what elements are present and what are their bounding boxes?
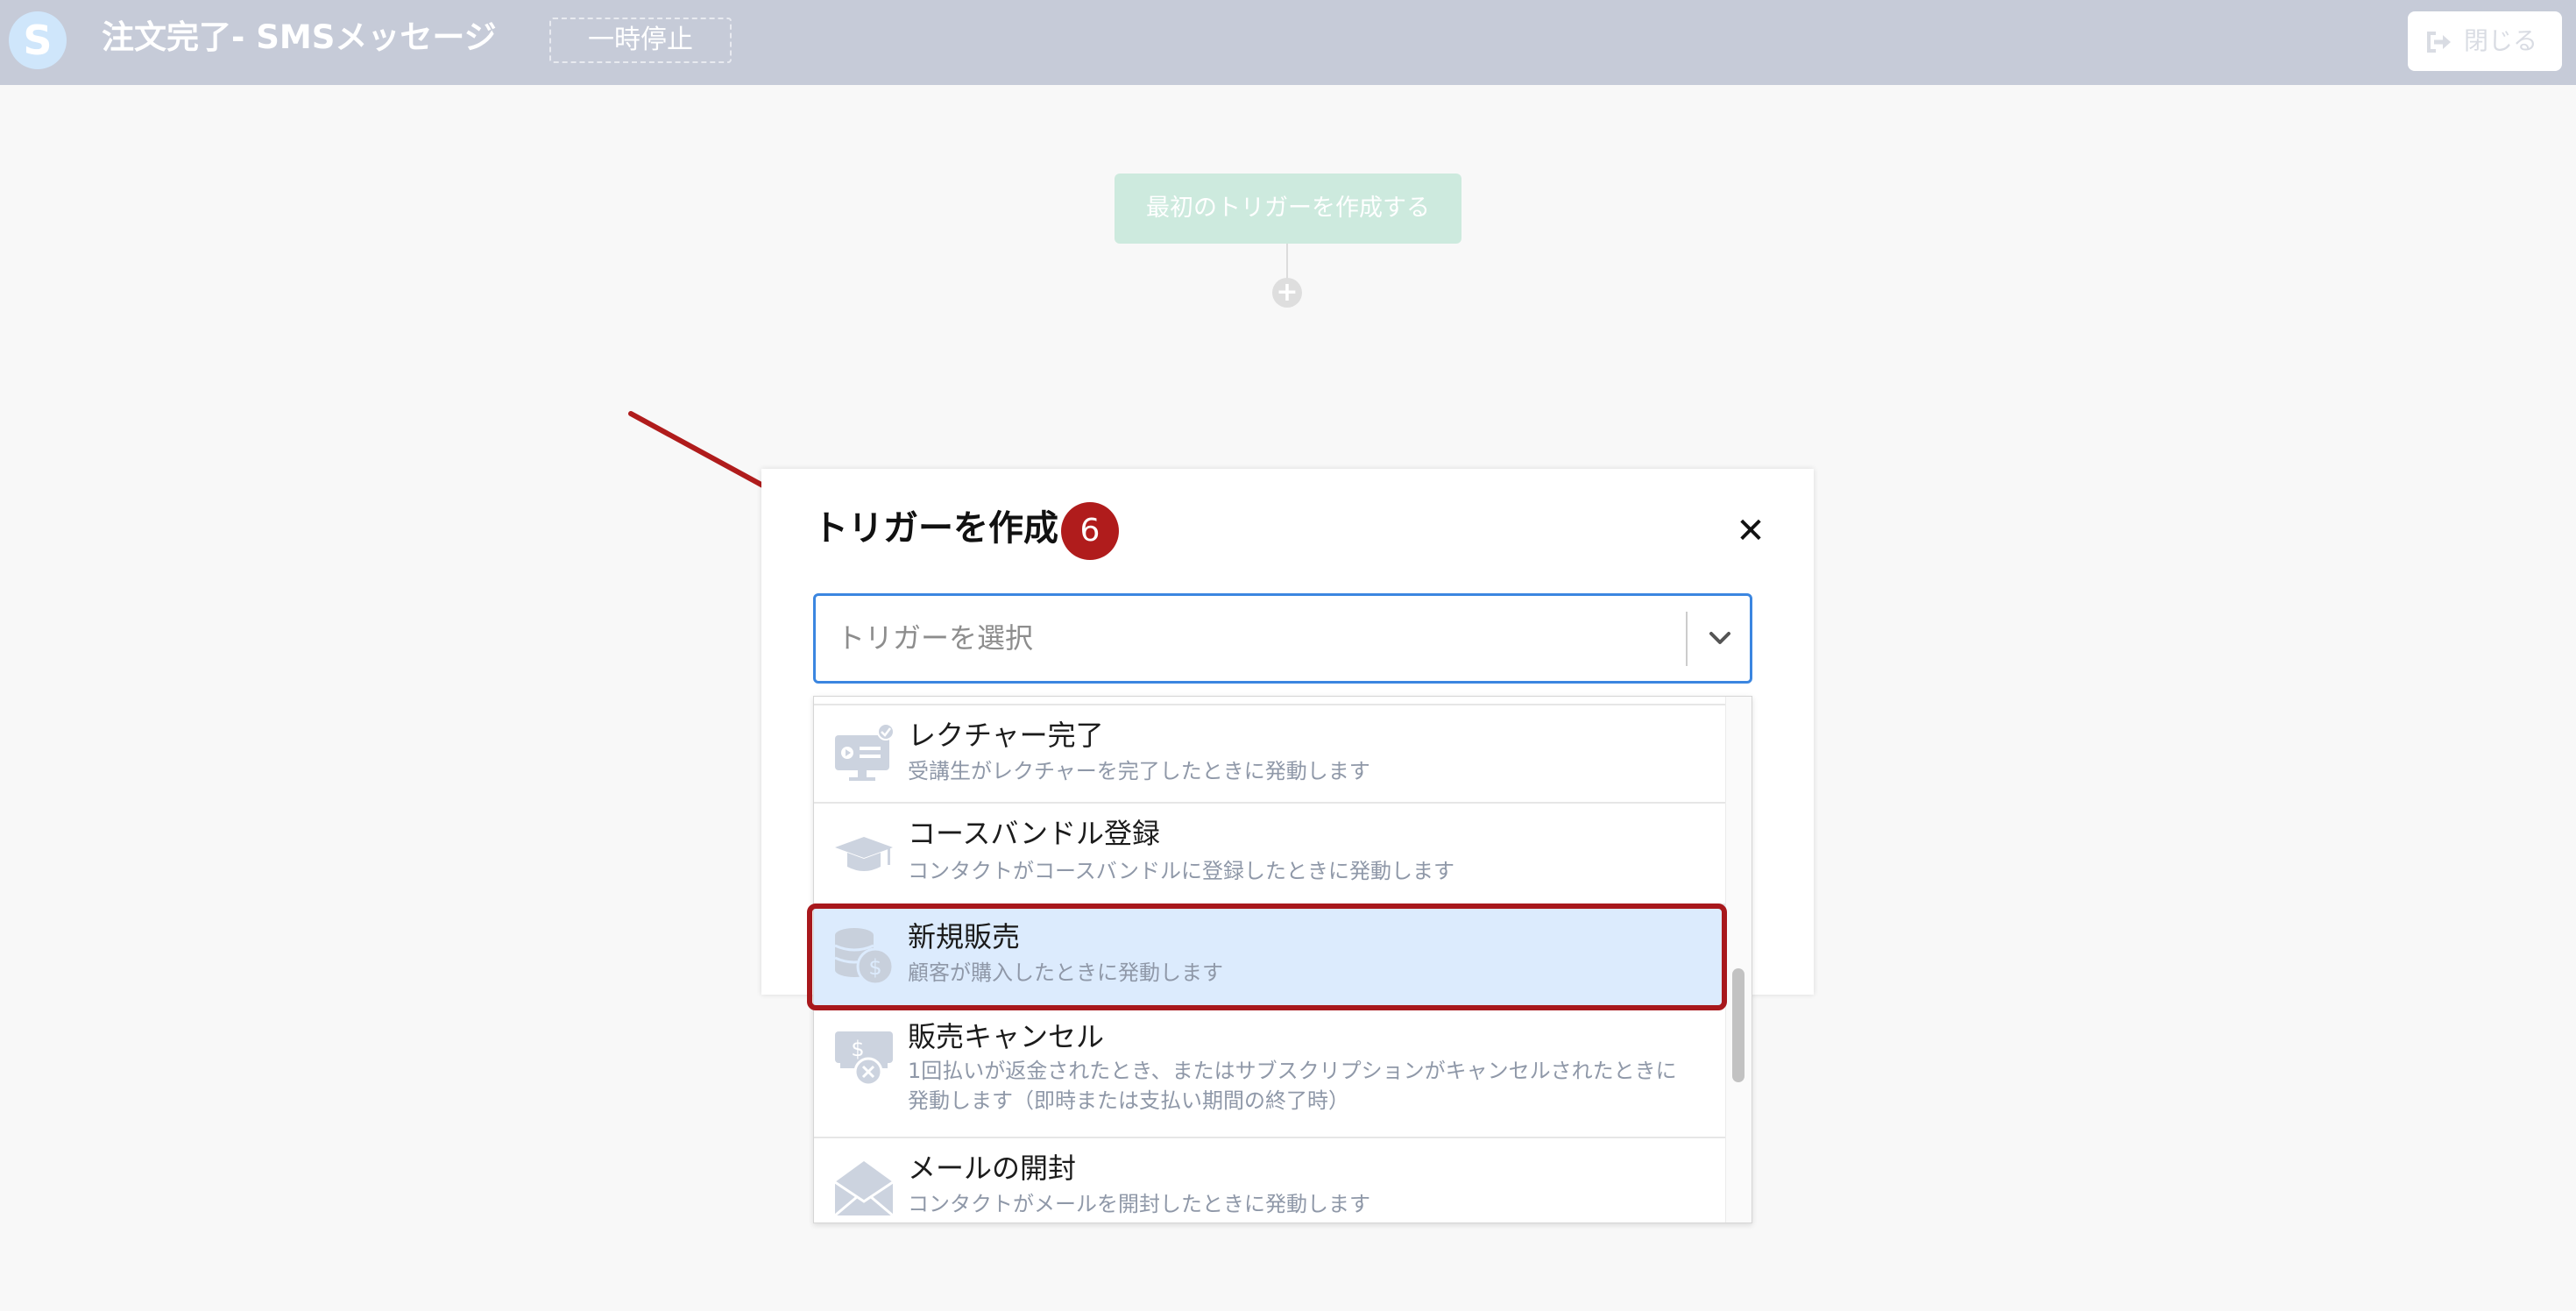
trigger-option-description: 受講生がレクチャーを完了したときに発動します [908,759,1370,783]
flow-connector [1286,244,1288,279]
top-bar: S 注文完了- SMSメッセージ 一時停止 閉じる [0,0,2576,85]
trigger-select-placeholder: トリガーを選択 [837,621,1034,655]
graduation-cap-icon [833,823,895,884]
trigger-option-title: 販売キャンセル [908,1020,1105,1053]
modal-close-button[interactable]: ✕ [1731,512,1770,550]
trigger-option-description: 1回払いが返金されたとき、またはサブスクリプションがキャンセルされたときに発動し… [908,1059,1677,1113]
trigger-option-title: メールの開封 [908,1152,1077,1185]
select-divider [1686,612,1688,666]
trigger-option-title: レクチャー完了 [908,719,1104,752]
page-title: 注文完了- SMSメッセージ [102,18,497,56]
envelope-icon [833,1158,895,1219]
trigger-option-lecture-complete[interactable]: レクチャー完了 受講生がレクチャーを完了したときに発動します [814,705,1725,804]
pause-button[interactable]: 一時停止 [549,18,732,63]
selection-highlight-frame [807,904,1727,1010]
trigger-option-description: コンタクトがコースバンドルに登録したときに発動します [908,859,1454,883]
close-label: 閉じる [2464,26,2538,55]
close-editor-button[interactable]: 閉じる [2408,11,2562,71]
step-badge: 6 [1061,502,1119,560]
trigger-select[interactable]: トリガーを選択 [813,593,1752,684]
trigger-option-sale-cancel[interactable]: $ 販売キャンセル 1回払いが返金されたとき、またはサブスクリプションがキャンセ… [814,1007,1725,1138]
trigger-option-description: コンタクトがメールを開封したときに発動します [908,1192,1370,1216]
modal-title: トリガーを作成 [813,508,1058,549]
add-step-button[interactable]: + [1272,278,1302,308]
create-first-trigger-button[interactable]: 最初のトリガーを作成する [1115,174,1461,244]
lecture-complete-icon [833,723,895,784]
cancel-sale-icon: $ [833,1026,895,1088]
chevron-down-icon[interactable] [1708,627,1732,652]
trigger-option-title: コースバンドル登録 [908,817,1161,850]
trigger-option-email-open[interactable]: メールの開封 コンタクトがメールを開封したときに発動します [814,1138,1725,1222]
app-logo[interactable]: S [9,11,67,69]
svg-text:$: $ [851,1037,864,1061]
logo-letter: S [23,17,53,64]
dropdown-scrollbar-thumb[interactable] [1732,968,1744,1082]
sign-out-icon [2425,31,2453,53]
dropdown-scrollbar-track[interactable] [1725,697,1752,1222]
trigger-option-course-bundle[interactable]: コースバンドル登録 コンタクトがコースバンドルに登録したときに発動します [814,804,1725,905]
